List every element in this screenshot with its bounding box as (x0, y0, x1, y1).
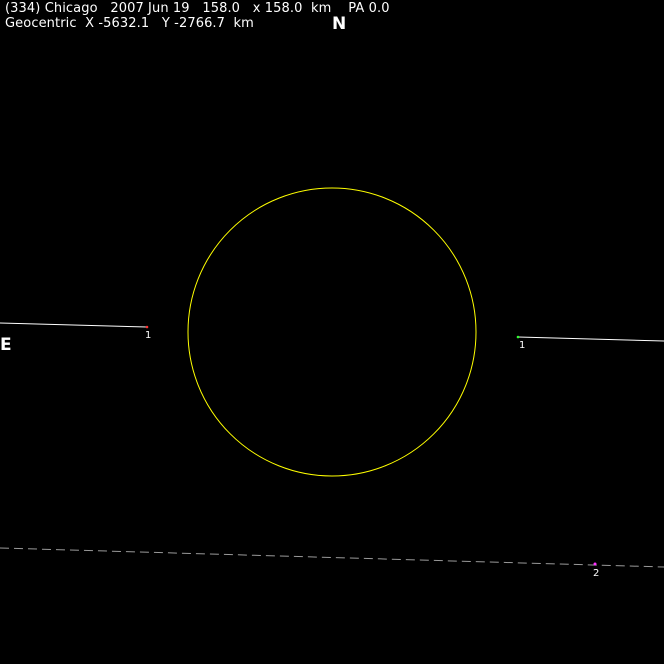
chord-1-reappear-label: 1 (519, 340, 525, 351)
chord-1-reappear-marker (516, 335, 520, 339)
chord-2-miss-line (0, 547, 664, 568)
asteroid-profile-circle (187, 187, 477, 477)
chord-2-marker (593, 562, 597, 566)
plot-canvas: 1 1 2 (0, 187, 664, 579)
chord-1-disappear-marker (145, 325, 149, 329)
occultation-plot: (334) Chicago 2007 Jun 19 158.0 x 158.0 … (0, 0, 664, 664)
chord-1-right-segment (517, 336, 664, 342)
chord-1-left-segment (0, 322, 148, 328)
chord-2-label: 2 (593, 568, 599, 579)
chord-1-disappear-label: 1 (145, 330, 151, 341)
